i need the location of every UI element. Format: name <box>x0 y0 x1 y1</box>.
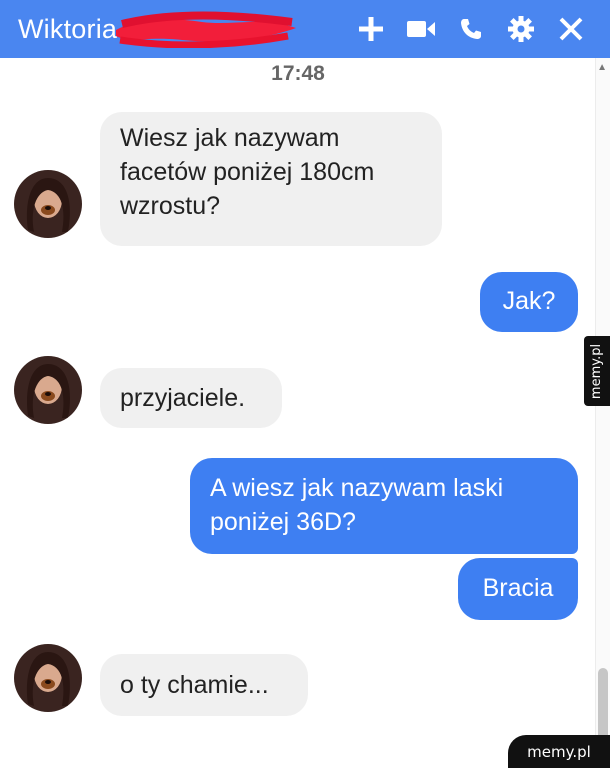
contact-avatar[interactable] <box>14 644 82 712</box>
chat-header: Wiktoria <box>0 0 610 58</box>
incoming-message[interactable]: Wiesz jak nazywam facetów poniżej 180cm … <box>100 112 442 246</box>
header-actions <box>346 0 596 58</box>
incoming-message[interactable]: o ty chamie... <box>100 654 308 716</box>
redaction-scribble <box>116 11 296 48</box>
contact-name[interactable]: Wiktoria <box>18 14 117 45</box>
outgoing-message[interactable]: A wiesz jak nazywam laski poniżej 36D? <box>190 458 578 554</box>
outgoing-message[interactable]: Jak? <box>480 272 578 332</box>
side-watermark: memy.pl <box>584 336 610 406</box>
contact-avatar[interactable] <box>14 356 82 424</box>
incoming-message[interactable]: przyjaciele. <box>100 368 282 428</box>
side-watermark-text: memy.pl <box>589 343 605 399</box>
close-icon[interactable] <box>546 0 596 58</box>
message-timestamp: 17:48 <box>271 62 325 85</box>
scroll-up-arrow-icon[interactable]: ▲ <box>597 62 607 73</box>
scrollbar-track[interactable] <box>595 58 610 768</box>
contact-avatar[interactable] <box>14 170 82 238</box>
video-camera-icon[interactable] <box>396 0 446 58</box>
corner-watermark: memy.pl <box>508 735 610 768</box>
plus-icon[interactable] <box>346 0 396 58</box>
gear-icon[interactable] <box>496 0 546 58</box>
outgoing-message[interactable]: Bracia <box>458 558 578 620</box>
phone-icon[interactable] <box>446 0 496 58</box>
